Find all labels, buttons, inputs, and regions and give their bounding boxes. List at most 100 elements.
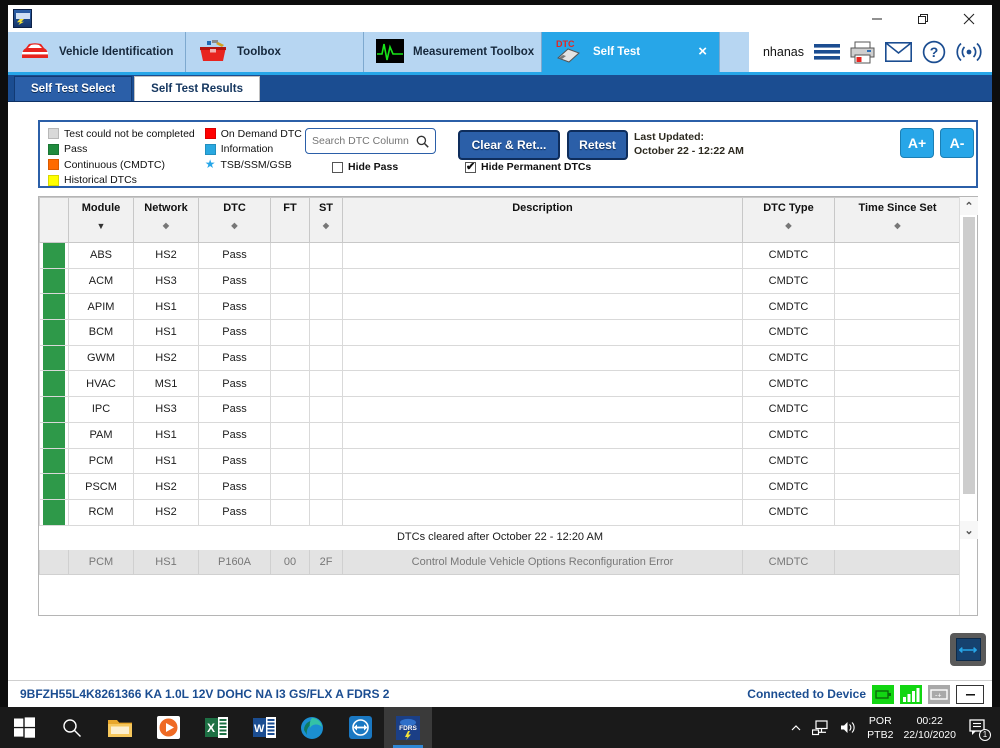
status-color-indicator bbox=[43, 474, 65, 499]
connection-status-label: Connected to Device bbox=[747, 687, 866, 701]
vci-icon bbox=[872, 685, 894, 704]
taskbar-search-icon[interactable] bbox=[48, 707, 96, 748]
legend: Test could not be completed Pass Continu… bbox=[48, 127, 302, 187]
network-icon[interactable] bbox=[812, 720, 830, 736]
clock-date: 22/10/2020 bbox=[903, 728, 956, 742]
scrollbar-thumb[interactable] bbox=[963, 217, 975, 494]
tab-self-test[interactable]: DTC Self Test × bbox=[542, 32, 720, 72]
mail-icon[interactable] bbox=[885, 42, 912, 62]
lang-line1: POR bbox=[867, 714, 893, 728]
table-row-permanent[interactable]: PCMHS1P160A002FControl Module Vehicle Op… bbox=[40, 550, 961, 575]
search-box[interactable] bbox=[305, 128, 436, 154]
table-row[interactable]: APIMHS1PassCMDTC bbox=[40, 294, 961, 320]
status-color-indicator bbox=[43, 423, 65, 448]
table-row[interactable]: RCMHS2PassCMDTC bbox=[40, 499, 961, 525]
row-st bbox=[310, 320, 343, 346]
font-increase-button[interactable]: A+ bbox=[900, 128, 934, 158]
chevron-up-icon[interactable] bbox=[790, 722, 802, 734]
checkbox-box[interactable] bbox=[332, 162, 343, 173]
self-test-results-table: Module ▼ Network ◆ DTC ◆ bbox=[39, 197, 961, 575]
row-status-cell bbox=[40, 422, 69, 448]
column-label: Network bbox=[144, 202, 187, 214]
maximize-button[interactable] bbox=[900, 5, 946, 32]
minimize-button[interactable] bbox=[854, 5, 900, 32]
column-header-description[interactable]: Description bbox=[343, 198, 743, 243]
tab-vehicle-identification[interactable]: Vehicle Identification bbox=[8, 32, 186, 72]
teamviewer-icon[interactable] bbox=[336, 707, 384, 748]
font-decrease-button[interactable]: A- bbox=[940, 128, 974, 158]
clock[interactable]: 00:22 22/10/2020 bbox=[903, 714, 956, 742]
row-time-since-set bbox=[835, 422, 961, 448]
tab-measurement-toolbox[interactable]: Measurement Toolbox bbox=[364, 32, 542, 72]
table-row[interactable]: BCMHS1PassCMDTC bbox=[40, 320, 961, 346]
row-status-cell bbox=[40, 371, 69, 397]
table-body: ABSHS2PassCMDTCACMHS3PassCMDTCAPIMHS1Pas… bbox=[40, 243, 961, 575]
column-header-time-since-set[interactable]: Time Since Set ◆ bbox=[835, 198, 961, 243]
chevron-up-icon[interactable]: ⌃ bbox=[960, 197, 978, 215]
row-network: HS1 bbox=[134, 550, 199, 575]
notifications-button[interactable]: 1 bbox=[966, 716, 990, 740]
close-button[interactable] bbox=[946, 5, 992, 32]
edge-icon[interactable] bbox=[288, 707, 336, 748]
broadcast-icon[interactable] bbox=[956, 40, 982, 64]
row-time-since-set bbox=[835, 397, 961, 423]
row-module: GWM bbox=[69, 345, 134, 371]
media-player-icon[interactable] bbox=[144, 707, 192, 748]
table-row[interactable]: IPCHS3PassCMDTC bbox=[40, 397, 961, 423]
fdrs-icon[interactable]: FDRS bbox=[384, 707, 432, 748]
table-row[interactable]: HVACMS1PassCMDTC bbox=[40, 371, 961, 397]
svg-text:FDRS: FDRS bbox=[399, 725, 417, 732]
chevron-down-icon[interactable]: ⌄ bbox=[960, 521, 978, 539]
hide-permanent-dtcs-checkbox[interactable]: Hide Permanent DTCs bbox=[465, 161, 591, 173]
row-network: HS3 bbox=[134, 397, 199, 423]
connection-status: Connected to Device bbox=[747, 685, 992, 704]
table-row[interactable]: PCMHS1PassCMDTC bbox=[40, 448, 961, 474]
tab-toolbox[interactable]: Toolbox bbox=[186, 32, 364, 72]
column-header-st[interactable]: ST ◆ bbox=[310, 198, 343, 243]
notification-count-badge: 1 bbox=[979, 729, 991, 741]
column-header-ft[interactable]: FT bbox=[271, 198, 310, 243]
search-input[interactable] bbox=[312, 135, 416, 147]
table-row[interactable]: PAMHS1PassCMDTC bbox=[40, 422, 961, 448]
hide-pass-checkbox[interactable]: Hide Pass bbox=[332, 161, 398, 173]
row-description bbox=[343, 345, 743, 371]
printer-icon[interactable] bbox=[850, 41, 875, 64]
checkbox-box[interactable] bbox=[465, 162, 476, 173]
row-ft bbox=[271, 268, 310, 294]
column-header-dtc[interactable]: DTC ◆ bbox=[199, 198, 271, 243]
table-scrollbar[interactable]: ⌃ ⌄ bbox=[959, 197, 977, 615]
sub-tab-self-test-results[interactable]: Self Test Results bbox=[134, 76, 260, 101]
column-header-network[interactable]: Network ◆ bbox=[134, 198, 199, 243]
windows-start-icon[interactable] bbox=[0, 707, 48, 748]
row-ft bbox=[271, 474, 310, 500]
help-icon[interactable]: ? bbox=[922, 40, 946, 64]
row-time-since-set bbox=[835, 294, 961, 320]
row-dtc-type: CMDTC bbox=[743, 422, 835, 448]
table-row[interactable]: PSCMHS2PassCMDTC bbox=[40, 474, 961, 500]
table-row[interactable]: ABSHS2PassCMDTC bbox=[40, 243, 961, 269]
row-description: Control Module Vehicle Options Reconfigu… bbox=[343, 550, 743, 575]
column-header-module[interactable]: Module ▼ bbox=[69, 198, 134, 243]
retest-button[interactable]: Retest bbox=[567, 130, 628, 160]
word-icon[interactable]: W bbox=[240, 707, 288, 748]
search-icon[interactable] bbox=[416, 135, 429, 148]
file-explorer-icon[interactable] bbox=[96, 707, 144, 748]
table-row[interactable]: ACMHS3PassCMDTC bbox=[40, 268, 961, 294]
clear-and-retest-button[interactable]: Clear & Ret... bbox=[458, 130, 560, 160]
column-header-dtc-type[interactable]: DTC Type ◆ bbox=[743, 198, 835, 243]
volume-icon[interactable] bbox=[840, 720, 857, 735]
sub-tab-self-test-select[interactable]: Self Test Select bbox=[14, 76, 132, 101]
menu-icon[interactable] bbox=[814, 43, 840, 61]
row-dtc-type: CMDTC bbox=[743, 345, 835, 371]
dtcs-cleared-note: DTCs cleared after October 22 - 12:20 AM bbox=[40, 525, 961, 550]
oscilloscope-icon bbox=[376, 39, 404, 66]
keyboard-layout-indicator[interactable]: POR PTB2 bbox=[867, 714, 893, 742]
expand-collapse-button[interactable]: ⟷ bbox=[950, 633, 986, 666]
row-dtc-type: CMDTC bbox=[743, 474, 835, 500]
row-ft bbox=[271, 422, 310, 448]
legend-label: Continuous (CMDTC) bbox=[64, 159, 165, 171]
row-network: HS3 bbox=[134, 268, 199, 294]
excel-icon[interactable]: X bbox=[192, 707, 240, 748]
table-row[interactable]: GWMHS2PassCMDTC bbox=[40, 345, 961, 371]
close-icon[interactable]: × bbox=[698, 43, 707, 60]
